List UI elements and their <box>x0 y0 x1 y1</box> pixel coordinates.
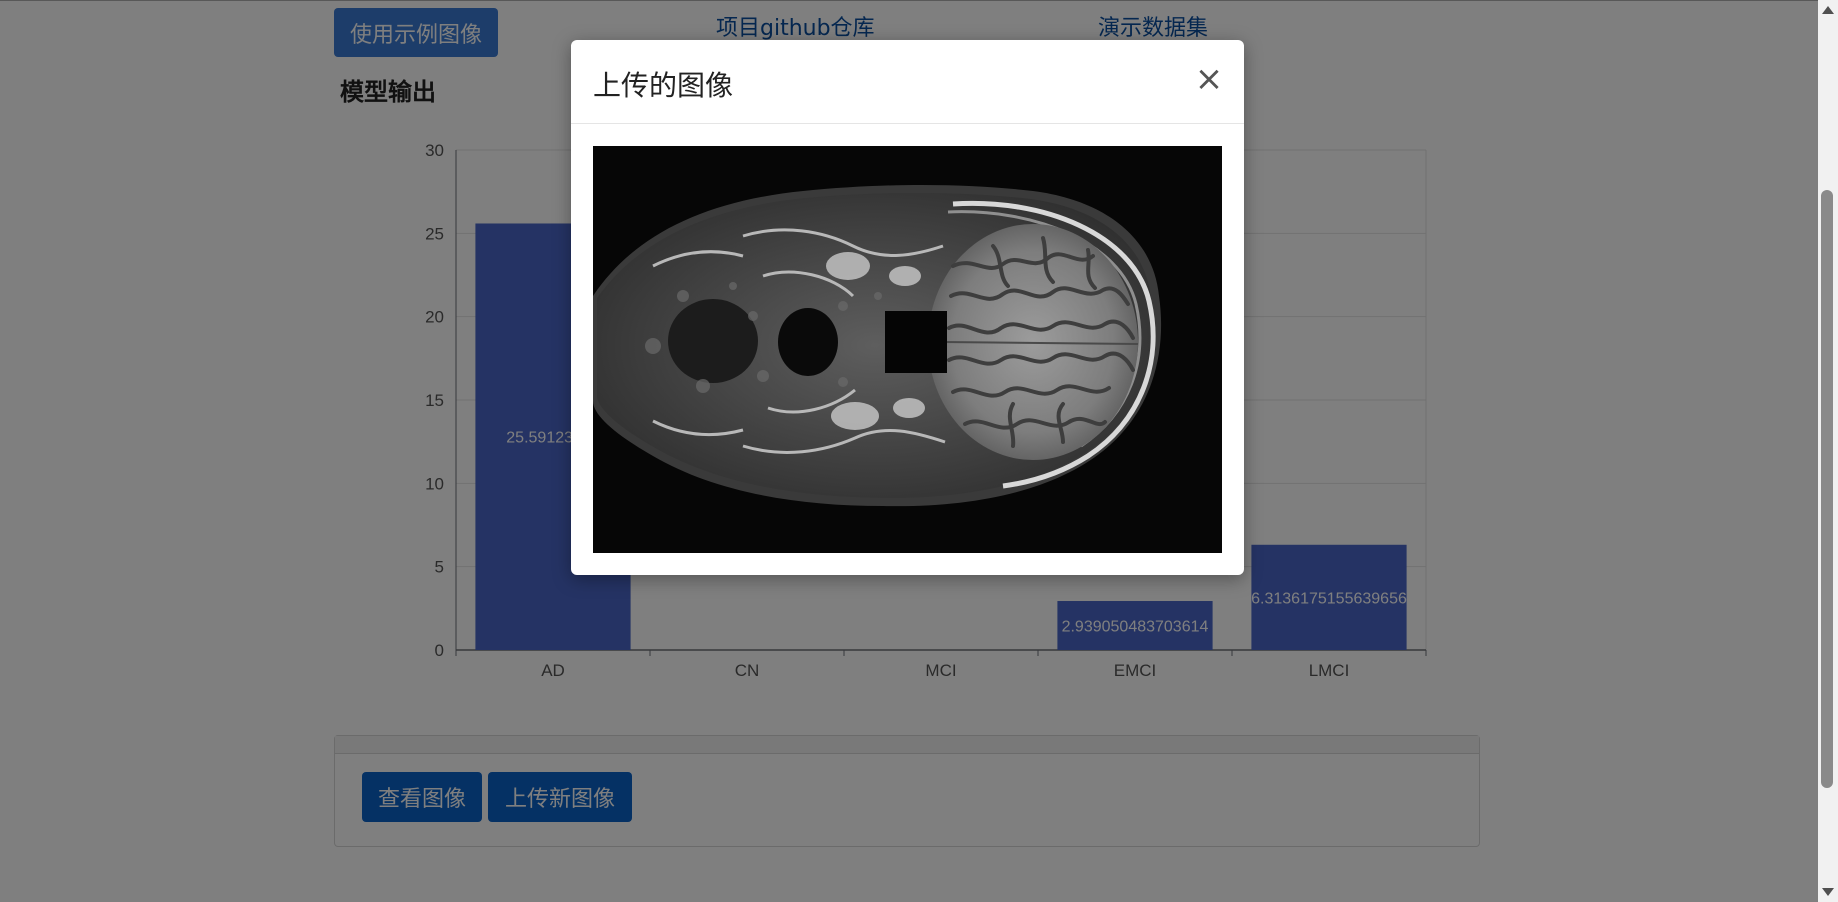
page-scrollbar[interactable] <box>1818 0 1838 902</box>
scroll-up-arrow-icon[interactable] <box>1822 6 1834 14</box>
modal-title: 上传的图像 <box>593 69 734 102</box>
modal-header: 上传的图像 × <box>571 40 1244 124</box>
brain-mri-scan-image <box>593 146 1222 553</box>
scroll-thumb[interactable] <box>1821 190 1833 788</box>
close-icon[interactable]: × <box>1194 62 1224 96</box>
scroll-down-arrow-icon[interactable] <box>1822 888 1834 896</box>
uploaded-image-modal: 上传的图像 × <box>571 40 1244 575</box>
uploaded-mri-image <box>593 146 1222 553</box>
